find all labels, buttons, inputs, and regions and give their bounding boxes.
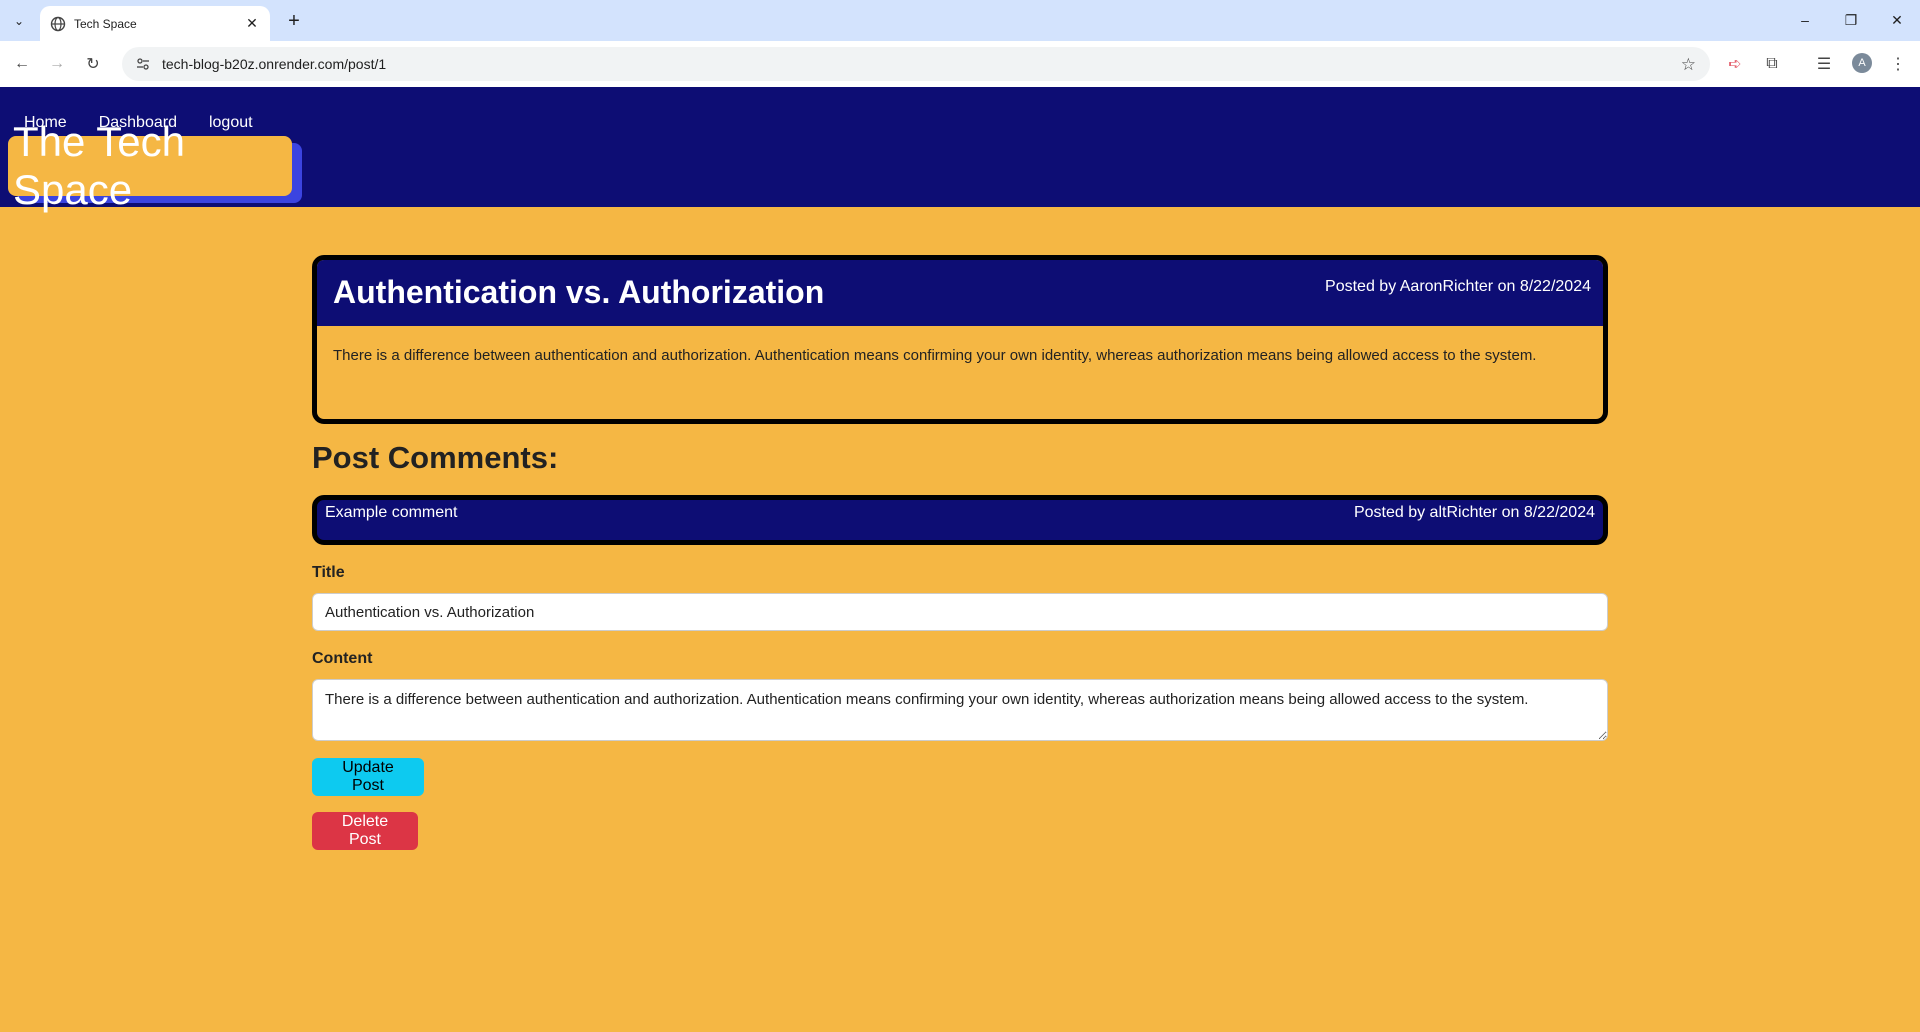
menu-kebab-icon[interactable]: ⋮ — [1886, 52, 1910, 76]
new-tab-plus-icon[interactable]: + — [282, 9, 306, 33]
delete-post-button[interactable]: Delete Post — [312, 812, 418, 850]
reload-icon[interactable]: ↻ — [81, 52, 105, 76]
post-title: Authentication vs. Authorization — [333, 274, 825, 310]
comment-meta: Posted by altRichter on 8/22/2024 — [1353, 504, 1595, 521]
profile-avatar[interactable]: A — [1852, 53, 1872, 73]
address-bar[interactable]: tech-blog-b20z.onrender.com/post/1 ☆ — [122, 47, 1710, 81]
restore-icon[interactable]: ❐ — [1836, 8, 1866, 32]
post-meta: Posted by AaronRichter on 8/22/2024 — [1325, 278, 1591, 295]
close-window-icon[interactable]: ✕ — [1882, 8, 1912, 32]
tab-close-icon[interactable]: ✕ — [244, 15, 260, 32]
back-arrow-icon[interactable]: ← — [10, 52, 34, 76]
comment-item: Example comment Posted by altRichter on … — [312, 495, 1608, 545]
post-card: Authentication vs. Authorization Posted … — [312, 255, 1608, 424]
post-body: There is a difference between authentica… — [333, 347, 1537, 364]
extension-arrow-icon[interactable]: ➪ — [1723, 52, 1747, 76]
post-header: Authentication vs. Authorization Posted … — [317, 260, 1603, 326]
url-text: tech-blog-b20z.onrender.com/post/1 — [162, 56, 387, 72]
tab-search-chevron-icon[interactable]: ⌄ — [8, 10, 30, 32]
browser-tab-bar: ⌄ Tech Space ✕ + – ❐ ✕ — [0, 0, 1920, 41]
bookmark-star-icon[interactable]: ☆ — [1681, 55, 1696, 75]
globe-icon — [50, 16, 66, 31]
content-textarea[interactable]: There is a difference between authentica… — [312, 679, 1608, 741]
browser-tab[interactable]: Tech Space ✕ — [40, 6, 270, 41]
site-info-icon[interactable] — [134, 55, 152, 73]
title-label: Title — [312, 564, 345, 581]
browser-toolbar: ← → ↻ tech-blog-b20z.onrender.com/post/1… — [0, 41, 1920, 87]
comments-heading: Post Comments: — [312, 440, 559, 475]
extensions-puzzle-icon[interactable]: ⧉ — [1760, 52, 1784, 76]
forward-arrow-icon[interactable]: → — [45, 52, 69, 76]
comment-text: Example comment — [325, 504, 458, 521]
site-brand-title: The Tech Space — [8, 118, 292, 213]
title-input[interactable] — [312, 593, 1608, 631]
media-queue-icon[interactable]: ☰ — [1812, 52, 1836, 76]
tab-title: Tech Space — [74, 16, 137, 31]
site-header: Home Dashboard logout The Tech Space — [0, 87, 1920, 213]
update-post-button[interactable]: Update Post — [312, 758, 424, 796]
content-label: Content — [312, 650, 373, 667]
minimize-icon[interactable]: – — [1790, 8, 1820, 32]
